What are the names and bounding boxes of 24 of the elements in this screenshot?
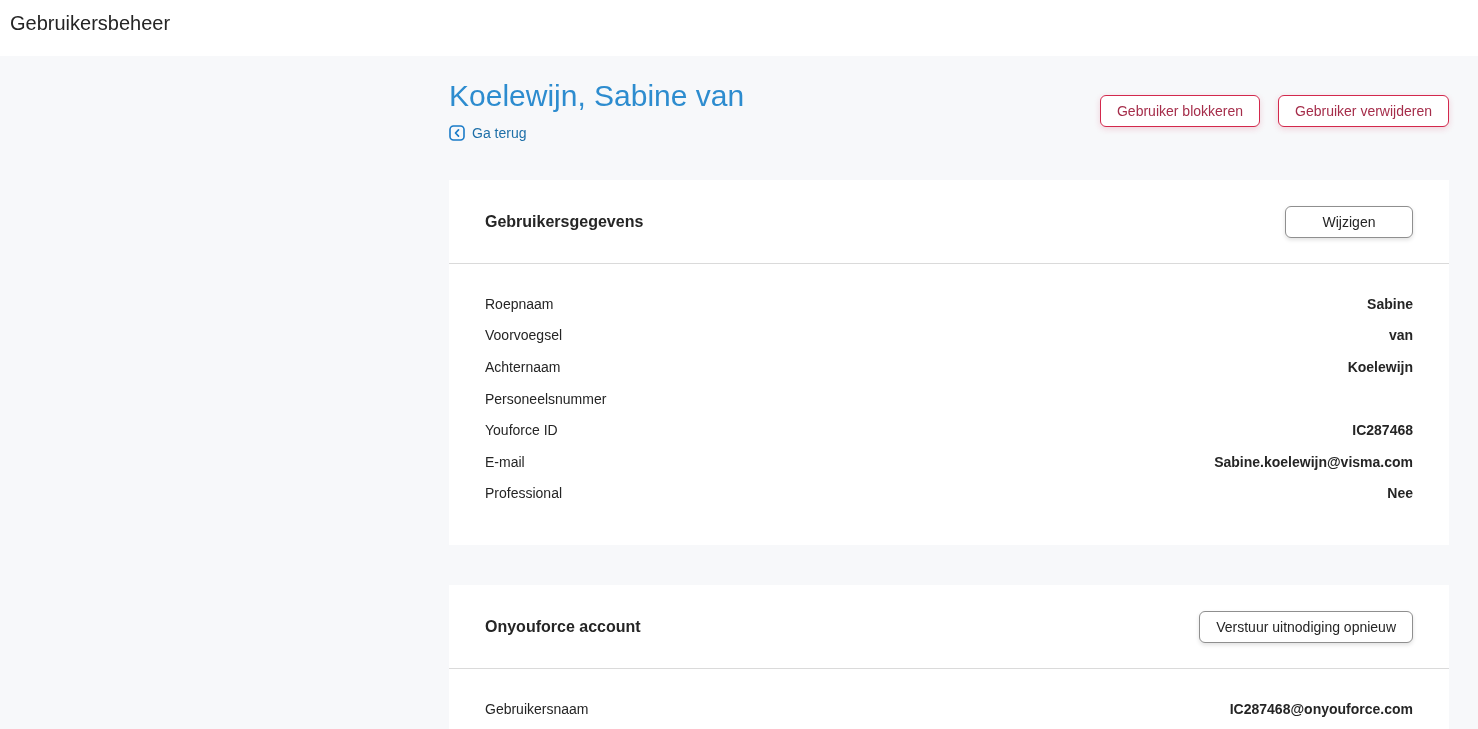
field-value: van <box>1388 327 1413 344</box>
field-value: Sabine.koelewijn@visma.com <box>1214 453 1413 470</box>
card-title: Onyouforce account <box>485 617 641 636</box>
back-link[interactable]: Ga terug <box>449 123 527 143</box>
field-value: IC287468@onyouforce.com <box>1229 700 1413 717</box>
field-value: Sabine <box>1367 295 1413 312</box>
card-title: Gebruikersgegevens <box>485 212 644 231</box>
field-value: Nee <box>1387 485 1413 502</box>
card-action-button[interactable]: Verstuur uitnodiging opnieuw <box>1199 610 1413 643</box>
field-label: Personeelsnummer <box>485 390 607 407</box>
danger-button[interactable]: Gebruiker blokkeren <box>1100 95 1261 127</box>
page-title: Gebruikersbeheer <box>10 11 171 36</box>
field-label: E-mail <box>485 453 525 470</box>
field-label: Voorvoegsel <box>485 327 563 344</box>
field-label: Gebruikersnaam <box>485 700 589 717</box>
card-action-button[interactable]: Wijzigen <box>1285 205 1413 238</box>
field-label: Roepnaam <box>485 295 554 312</box>
field-value: Koelewijn <box>1347 359 1413 375</box>
field-label: Professional <box>485 485 563 502</box>
field-label: Youforce ID <box>485 422 558 439</box>
user-name-heading: Koelewijn, Sabine van <box>449 78 745 114</box>
field-value: IC287468 <box>1352 422 1413 439</box>
field-label: Achternaam <box>485 359 561 375</box>
danger-button[interactable]: Gebruiker verwijderen <box>1278 95 1449 127</box>
